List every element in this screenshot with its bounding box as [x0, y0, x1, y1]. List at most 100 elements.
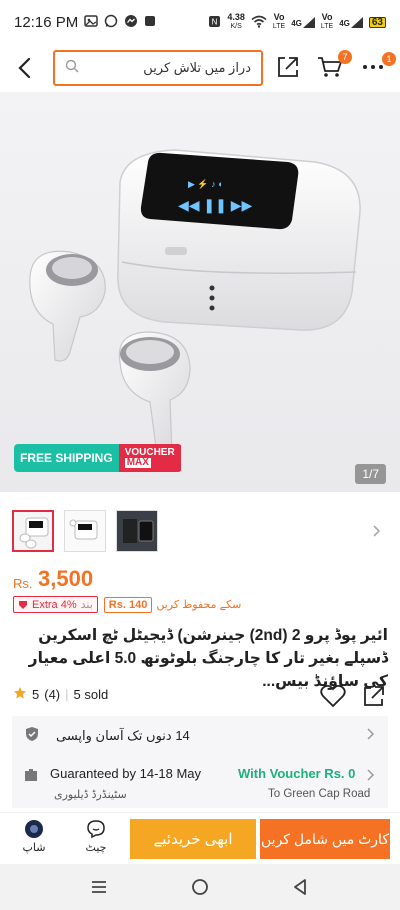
- back-nav-button[interactable]: [292, 878, 308, 901]
- add-to-cart-button[interactable]: کارٹ میں شامل کریں: [260, 819, 390, 859]
- price-currency: Rs.: [13, 576, 33, 591]
- share-product-button[interactable]: [362, 684, 386, 713]
- chat-icon: [87, 820, 105, 839]
- more-dots-icon: [363, 65, 383, 69]
- back-arrow-icon: [18, 57, 31, 79]
- search-input[interactable]: دراز میں تلاش کریں: [53, 50, 263, 86]
- free-shipping-banner: FREE SHIPPING VOUCHER MAX: [14, 444, 182, 472]
- lte2: LTE: [320, 23, 334, 30]
- star-icon: [13, 686, 27, 703]
- battery-indicator: 63: [368, 16, 386, 28]
- net-speed-value: 4.38: [227, 12, 245, 22]
- standard-delivery: سٹینڈرڈ ڈیلیوری: [54, 789, 127, 801]
- delivery-info[interactable]: Guaranteed by 14-18 May With Voucher Rs.…: [12, 756, 388, 808]
- thumbnail-3[interactable]: [116, 510, 158, 552]
- returns-policy[interactable]: 14 دنوں تک آسان واپسی: [12, 716, 388, 756]
- thumbnail-1[interactable]: [12, 510, 54, 552]
- whatsapp-icon: [104, 14, 118, 31]
- rating-divider: |: [65, 687, 69, 702]
- shield-check-icon: [24, 726, 40, 747]
- vo2: Vo: [321, 12, 333, 22]
- svg-text:▶ ⚡ ♪ ◐: ▶ ⚡ ♪ ◐: [188, 178, 224, 190]
- rating-count: (4): [44, 687, 61, 702]
- shop-logo-icon: [25, 820, 43, 838]
- sold-count: 5 sold: [73, 687, 109, 702]
- returns-chevron-icon: [366, 727, 376, 746]
- home-circle-icon: [192, 879, 208, 895]
- coin-save-tag[interactable]: Rs. 140 سکے محفوظ کریں: [103, 596, 242, 613]
- thumbnail-2[interactable]: [64, 510, 106, 552]
- svg-text:◀◀ ❚❚ ▶▶: ◀◀ ❚❚ ▶▶: [178, 197, 253, 214]
- rating-score: 5: [32, 687, 40, 702]
- status-indicators: N 4.38 K/S Vo LTE 4G Vo LTE 4G 63: [208, 13, 386, 31]
- shop-button[interactable]: شاپ: [18, 819, 50, 854]
- nfc-icon: N: [208, 15, 221, 30]
- lte1: LTE: [272, 23, 286, 30]
- more-count-badge: 1: [382, 52, 396, 66]
- delivery-guarantee: Guaranteed by 14-18 May: [50, 766, 202, 781]
- status-time: 12:16 PM: [14, 13, 79, 31]
- discount-icon: [19, 600, 27, 609]
- system-nav-bar: [0, 864, 400, 910]
- free-shipping-label: FREE SHIPPING: [14, 444, 119, 472]
- cart-button[interactable]: 7: [316, 50, 352, 85]
- wifi-icon: [251, 15, 267, 30]
- share-button[interactable]: [275, 54, 301, 85]
- vo1: Vo: [273, 12, 285, 22]
- product-image[interactable]: ▶ ⚡ ♪ ◐ ◀◀ ❚❚ ▶▶ FREE SHIPPING VOUCHER M…: [0, 92, 400, 492]
- photo-notification-icon: [84, 14, 98, 31]
- chevron-right-icon: [373, 525, 381, 537]
- voucher-max-label: VOUCHER MAX: [118, 444, 181, 472]
- voucher-line2: MAX: [124, 457, 151, 468]
- signal-1: 4G: [291, 16, 315, 28]
- coin-save-label: سکے محفوظ کریں: [156, 599, 242, 611]
- coin-save-amount: Rs. 140: [103, 596, 153, 613]
- voucher-delivery-label: With Voucher Rs. 0: [238, 766, 356, 781]
- volte-1: Vo LTE: [273, 13, 285, 31]
- signal-bars-2-icon: [350, 16, 363, 28]
- earbuds-illustration: ▶ ⚡ ♪ ◐ ◀◀ ❚❚ ▶▶: [29, 149, 361, 463]
- back-button[interactable]: [14, 56, 36, 85]
- buy-now-button[interactable]: ابھی خریدئیے: [130, 819, 256, 859]
- heart-icon: [320, 684, 346, 708]
- price-amount: 3,500: [38, 566, 94, 591]
- net-speed-unit: K/S: [230, 23, 242, 30]
- returns-label: 14 دنوں تک آسان واپسی: [56, 728, 190, 743]
- status-bar: 12:16 PM N 4.38 K/S Vo LTE 4G Vo LTE 4G …: [0, 0, 400, 44]
- home-button[interactable]: [191, 878, 209, 901]
- sig2-label: 4G: [339, 18, 350, 28]
- bottom-action-bar: شاپ چیٹ ابھی خریدئیے کارٹ میں شامل کریں: [0, 812, 400, 864]
- delivery-box-icon: [24, 768, 38, 787]
- image-thumbnails: [12, 510, 158, 556]
- more-button[interactable]: 1: [362, 52, 396, 76]
- chat-label: چیٹ: [85, 842, 107, 854]
- extra-discount-suffix: بند: [80, 599, 93, 611]
- share-icon: [278, 57, 298, 77]
- product-page: 12:16 PM N 4.38 K/S Vo LTE 4G Vo LTE 4G …: [0, 0, 400, 910]
- recents-button[interactable]: [90, 880, 108, 899]
- delivery-chevron-icon: [366, 768, 376, 787]
- extra-discount-label: Extra 4%: [32, 598, 77, 611]
- top-bar: دراز میں تلاش کریں 7 1: [0, 44, 400, 92]
- promo-row[interactable]: Extra 4% بند Rs. 140 سکے محفوظ کریں: [13, 596, 241, 613]
- image-pager: 1/7: [355, 464, 386, 484]
- wishlist-button[interactable]: [320, 684, 346, 713]
- cart-count-badge: 7: [338, 50, 352, 64]
- rating-row[interactable]: 5 (4) | 5 sold: [13, 686, 108, 703]
- chat-button[interactable]: چیٹ: [80, 819, 112, 854]
- messenger-icon: [124, 14, 138, 31]
- volte-2: Vo LTE: [321, 13, 333, 31]
- extra-discount-tag[interactable]: Extra 4% بند: [13, 596, 98, 613]
- back-triangle-icon: [294, 879, 306, 895]
- share-product-icon: [364, 686, 384, 706]
- app-notification-icon: [144, 14, 156, 30]
- search-placeholder: دراز میں تلاش کریں: [143, 60, 251, 75]
- thumbnails-more-button[interactable]: [372, 524, 382, 543]
- sig1-label: 4G: [291, 18, 302, 28]
- signal-2: 4G: [339, 16, 363, 28]
- signal-bars-1-icon: [302, 16, 315, 28]
- svg-text:N: N: [212, 17, 218, 26]
- menu-lines-icon: [92, 881, 106, 893]
- net-speed: 4.38 K/S: [227, 13, 245, 31]
- delivery-location: To Green Cap Road: [268, 788, 371, 800]
